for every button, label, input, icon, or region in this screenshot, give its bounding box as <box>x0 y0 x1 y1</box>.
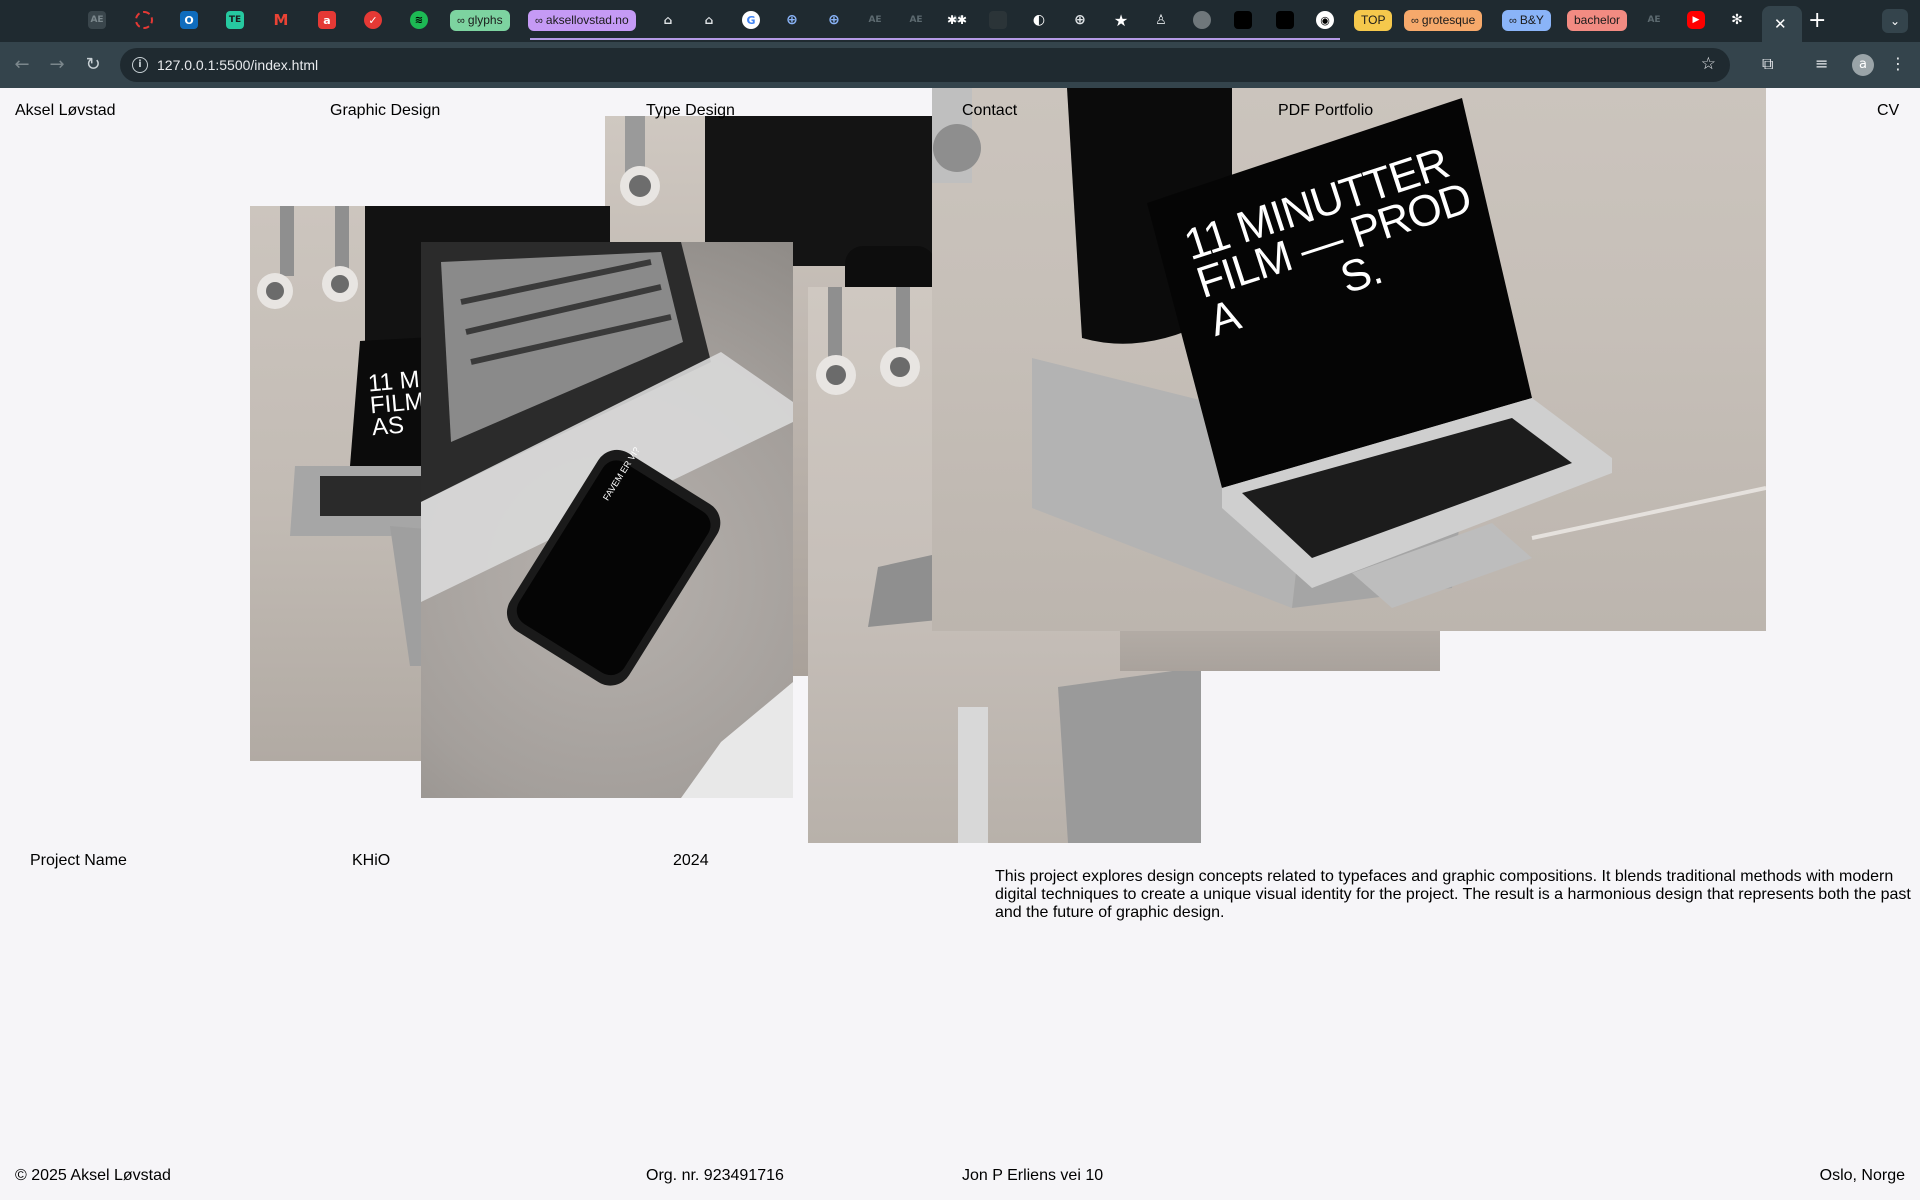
tab-icon-twin-asterisk[interactable]: ✱✱ <box>947 11 967 29</box>
tab-icon-outlook[interactable]: O <box>180 11 198 29</box>
site-name-link[interactable]: Aksel Løvstad <box>15 102 115 120</box>
tab-icon-arc-2[interactable]: ⌂ <box>700 11 718 29</box>
project-year: 2024 <box>673 852 709 869</box>
nav-type-design[interactable]: Type Design <box>646 102 735 120</box>
menu-kebab-icon[interactable]: ⋮ <box>1890 54 1906 73</box>
footer-copyright: © 2025 Aksel Løvstad <box>15 1167 171 1184</box>
tab-icon-circle-dotted[interactable] <box>135 11 153 29</box>
tab-icon-1[interactable]: AE <box>88 11 106 29</box>
tab-icon-ae-4[interactable]: AE <box>1645 11 1663 29</box>
laptop-left-screen-text: 11 M FILM AS <box>366 366 426 442</box>
tab-icon-ae-1[interactable]: AE <box>866 11 884 29</box>
tab-group-grotesque[interactable]: grotesque <box>1404 10 1483 31</box>
tab-icon-half-circle[interactable]: ◐ <box>1030 11 1048 29</box>
tab-icon-openai[interactable]: ✻ <box>1728 11 1746 29</box>
tab-group-bachelor[interactable]: bachelor <box>1567 10 1628 31</box>
tab-icon-spotify[interactable]: ≋ <box>410 11 428 29</box>
footer-address: Jon P Erliens vei 10 <box>962 1167 1104 1184</box>
tab-group-glyphs[interactable]: glyphs <box>450 10 510 31</box>
tab-icon-globe-3[interactable]: ⊕ <box>1071 11 1089 29</box>
media-controls-icon[interactable]: ≡ <box>1815 54 1828 73</box>
project-client: KHiO <box>352 852 391 869</box>
phone-illustration <box>421 242 793 798</box>
forward-icon[interactable]: → <box>45 53 69 77</box>
tab-group-by[interactable]: B&Y <box>1502 10 1551 31</box>
profile-avatar[interactable]: a <box>1852 54 1874 76</box>
address-bar[interactable]: i 127.0.0.1:5500/index.html ☆ <box>120 48 1730 82</box>
tab-search-icon[interactable]: ⌄ <box>1882 9 1908 33</box>
nav-contact[interactable]: Contact <box>962 102 1017 120</box>
nav-pdf-portfolio[interactable]: PDF Portfolio <box>1278 102 1373 120</box>
browser-toolbar: ← → ↻ i 127.0.0.1:5500/index.html ☆ ⧉ ≡ … <box>0 42 1920 88</box>
tab-icon-person[interactable]: ♙ <box>1152 11 1170 29</box>
nav-graphic-design[interactable]: Graphic Design <box>330 102 440 120</box>
tab-group-top[interactable]: TOP <box>1354 10 1393 31</box>
tab-icon-globe-1[interactable]: ⊕ <box>783 11 801 29</box>
browser-tab-bar: AE O TE M a ✓ ≋ glyphs aksellovstad.no ⌂… <box>0 0 1920 42</box>
active-tab[interactable]: ✕ <box>1762 6 1802 42</box>
tab-icon-ae-2[interactable]: AE <box>907 11 925 29</box>
tab-group-underline <box>530 38 1340 40</box>
footer-city: Oslo, Norge <box>1819 1167 1905 1184</box>
bookmark-star-icon[interactable]: ☆ <box>1701 54 1716 74</box>
tab-icon-a-red[interactable]: a <box>318 11 336 29</box>
back-icon[interactable]: ← <box>10 53 34 77</box>
tab-icon-google[interactable]: G <box>742 11 760 29</box>
project-description: This project explores design concepts re… <box>995 868 1911 921</box>
tab-icon-check-red[interactable]: ✓ <box>364 11 382 29</box>
tab-icon-gmail[interactable]: M <box>272 11 290 29</box>
tab-group-aksellovstad[interactable]: aksellovstad.no <box>528 10 636 31</box>
tab-icon-arc-1[interactable]: ⌂ <box>659 11 677 29</box>
tab-icon-dark-1[interactable] <box>989 11 1007 29</box>
close-tab-icon[interactable]: ✕ <box>1774 15 1787 33</box>
extensions-icon[interactable]: ⧉ <box>1762 54 1773 74</box>
footer-org-number: Org. nr. 923491716 <box>646 1167 784 1184</box>
tab-icon-youtube[interactable]: ▶ <box>1687 11 1705 29</box>
photo-phone-counter[interactable]: FAVEM ER VI? <box>421 242 793 798</box>
tab-icon-black-square-2[interactable] <box>1276 11 1294 29</box>
tab-icon-github[interactable]: ◉ <box>1316 11 1334 29</box>
nav-cv[interactable]: CV <box>1877 102 1899 120</box>
tab-icon-black-square-1[interactable] <box>1234 11 1252 29</box>
reload-icon[interactable]: ↻ <box>81 53 105 77</box>
tab-icon-star[interactable]: ★ <box>1112 11 1130 30</box>
tab-icon-te[interactable]: TE <box>226 11 244 29</box>
project-name-label: Project Name <box>30 852 127 869</box>
address-url[interactable]: 127.0.0.1:5500/index.html <box>157 57 318 73</box>
tab-icon-globe-2[interactable]: ⊕ <box>825 11 843 29</box>
photo-laptop-main[interactable]: 11 MINUTTER FILM — PROD A S. <box>932 88 1766 631</box>
new-tab-icon[interactable]: + <box>1808 8 1826 33</box>
site-info-icon[interactable]: i <box>132 57 148 73</box>
tab-icon-grey-circle[interactable] <box>1193 11 1211 29</box>
